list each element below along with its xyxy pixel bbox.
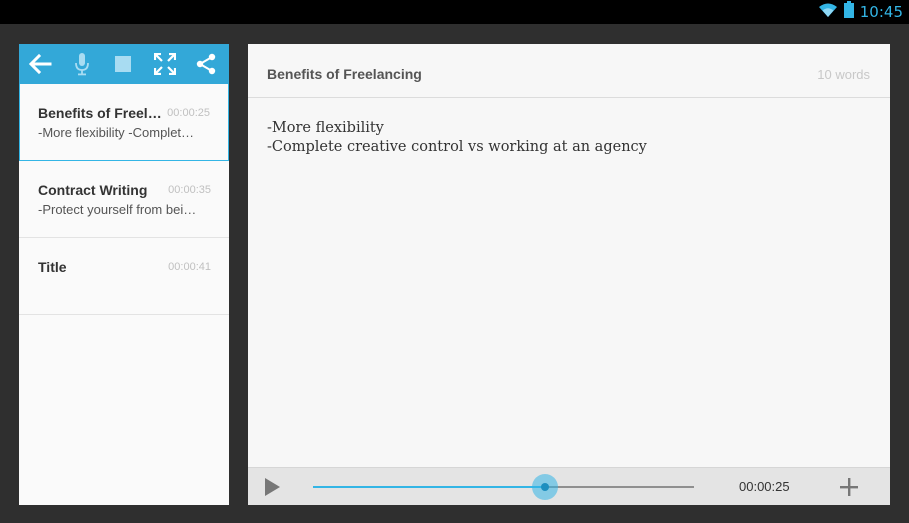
note-duration: 00:00:25 xyxy=(167,107,210,119)
note-list-item[interactable]: Benefits of Freelan… 00:00:25 -More flex… xyxy=(19,84,229,161)
note-title: Title xyxy=(38,259,67,275)
note-title: Benefits of Freelan… xyxy=(38,105,166,121)
fullscreen-icon xyxy=(153,53,176,75)
note-editor-panel: Benefits of Freelancing 10 words -More f… xyxy=(248,44,890,505)
status-icons: 10:45 xyxy=(818,1,903,23)
share-button[interactable] xyxy=(193,51,219,77)
editor-line: -Complete creative control vs working at… xyxy=(267,139,647,155)
editor-line: -More flexibility xyxy=(267,120,384,136)
seek-thumb[interactable] xyxy=(532,474,559,500)
note-duration: 00:00:41 xyxy=(168,261,211,273)
microphone-icon xyxy=(74,53,89,76)
note-list: Benefits of Freelan… 00:00:25 -More flex… xyxy=(19,84,229,315)
wifi-icon xyxy=(818,2,838,23)
note-snippet: -Protect yourself from bei… xyxy=(38,202,197,217)
back-button[interactable] xyxy=(27,51,53,77)
note-snippet: -More flexibility -Complet… xyxy=(38,125,195,140)
battery-icon xyxy=(843,1,854,23)
fullscreen-button[interactable] xyxy=(152,51,178,77)
notes-toolbar xyxy=(19,44,229,84)
editor-title[interactable]: Benefits of Freelancing xyxy=(267,66,422,82)
note-list-item[interactable]: Contract Writing 00:00:35 -Protect yours… xyxy=(19,161,229,238)
status-clock: 10:45 xyxy=(859,3,903,21)
back-arrow-icon xyxy=(28,53,52,75)
plus-icon xyxy=(840,478,858,496)
share-icon xyxy=(196,53,216,75)
seek-bar[interactable] xyxy=(313,474,694,500)
note-title: Contract Writing xyxy=(38,182,148,198)
record-button[interactable] xyxy=(69,51,95,77)
note-duration: 00:00:35 xyxy=(168,184,211,196)
add-button[interactable] xyxy=(838,476,860,498)
note-list-item[interactable]: Title 00:00:41 xyxy=(19,238,229,315)
seek-progress xyxy=(313,486,546,488)
stop-button[interactable] xyxy=(110,51,136,77)
play-button[interactable] xyxy=(262,477,282,497)
editor-text-area[interactable]: -More flexibility -Complete creative con… xyxy=(248,98,890,157)
audio-player-bar: 00:00:25 xyxy=(248,467,890,505)
word-count: 10 words xyxy=(817,67,870,82)
notes-panel: Benefits of Freelan… 00:00:25 -More flex… xyxy=(19,44,229,505)
stop-icon xyxy=(115,56,131,72)
playback-time: 00:00:25 xyxy=(739,479,790,494)
status-bar: 10:45 xyxy=(0,0,909,24)
editor-header: Benefits of Freelancing 10 words xyxy=(248,44,890,98)
play-icon xyxy=(265,478,280,496)
